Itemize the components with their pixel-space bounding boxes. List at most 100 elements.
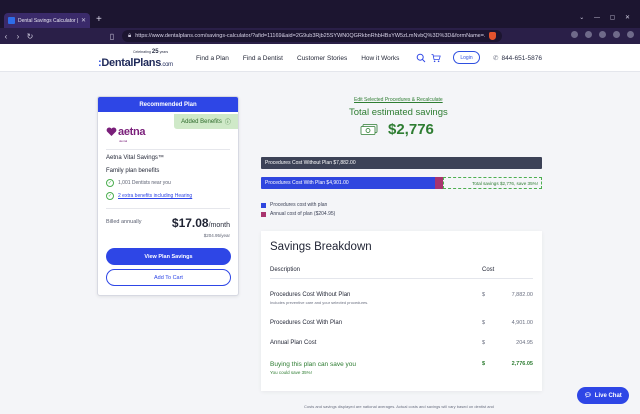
row-currency: $ xyxy=(482,320,486,326)
aetna-logo: aetna xyxy=(106,126,146,138)
logo-anniversary: Celebrating 25 years xyxy=(133,49,169,55)
breakdown-row: Annual Plan Cost $ 204.95 xyxy=(270,340,533,352)
added-benefits-label: Added Benefits xyxy=(181,118,222,125)
main-nav: Find a Plan Find a Dentist Customer Stor… xyxy=(196,55,399,62)
added-benefits-badge[interactable]: Added Benefits ⓘ xyxy=(174,114,238,129)
breakdown-row: Procedures Cost Without Plan Includes pr… xyxy=(270,292,533,305)
plan-type: Family plan benefits xyxy=(106,168,160,174)
back-icon[interactable]: ‹ xyxy=(0,32,12,41)
chat-icon: 💬︎ xyxy=(584,393,592,399)
aetna-sub: dental xyxy=(119,139,128,143)
total-sublabel: You could save 35%! xyxy=(270,370,312,375)
row-currency: $ xyxy=(482,292,486,298)
cost-without-plan-bar: Procedures Cost Without Plan $7,882.00 xyxy=(261,157,542,169)
aetna-heart-icon xyxy=(106,127,117,136)
extension-icon[interactable] xyxy=(613,31,620,38)
row-currency: $ xyxy=(482,340,486,346)
row-sublabel: Includes preventive care and your select… xyxy=(270,300,369,305)
live-chat-label: Live Chat xyxy=(594,392,622,399)
cost-column-header: Cost xyxy=(482,267,495,273)
edit-procedures-link[interactable]: Edit Selected Procedures & Recalculate xyxy=(354,97,443,103)
favicon-icon xyxy=(8,17,15,24)
phone-link[interactable]: ✆ 844-651-5876 xyxy=(493,54,542,63)
benefit-item: ✓ 1,001 Dentists near you xyxy=(106,179,171,187)
nav-find-a-dentist[interactable]: Find a Dentist xyxy=(243,55,283,62)
description-column-header: Description xyxy=(270,267,301,273)
phone-icon: ✆ xyxy=(493,55,499,62)
address-bar: ‹ › ↻ ▯ 🔒︎ https://www.dentalplans.com/s… xyxy=(0,28,640,44)
billed-annually-label: Billed annually xyxy=(106,219,142,225)
breakdown-row: Procedures Cost With Plan $ 4,901.00 xyxy=(270,320,533,332)
footnote: Costs and savings displayed are national… xyxy=(304,404,494,409)
extensions-bar xyxy=(571,31,634,38)
view-plan-savings-button[interactable]: View Plan Savings xyxy=(106,248,231,265)
divider xyxy=(106,208,230,209)
logo-wordmark: :DentalPlans.com xyxy=(98,57,173,69)
url-field[interactable]: 🔒︎ https://www.dentalplans.com/savings-c… xyxy=(122,30,502,42)
benefit-text: 1,001 Dentists near you xyxy=(118,180,171,186)
browser-tab-bar: Dental Savings Calculator | De ✕ + ⌄ — ▢… xyxy=(0,0,640,28)
forward-icon[interactable]: › xyxy=(12,32,24,41)
cart-icon[interactable] xyxy=(431,53,441,63)
lock-icon: 🔒︎ xyxy=(128,32,132,39)
brave-shield-icon[interactable] xyxy=(489,32,496,40)
extension-icon[interactable] xyxy=(599,31,606,38)
nav-how-it-works[interactable]: How it Works xyxy=(361,55,399,62)
legend-label: Annual cost of plan ($204.95) xyxy=(270,211,336,217)
new-tab-button[interactable]: + xyxy=(96,14,102,25)
breakdown-title: Savings Breakdown xyxy=(270,241,372,253)
nav-customer-stories[interactable]: Customer Stories xyxy=(297,55,347,62)
total-amount: 2,776.05 xyxy=(511,361,533,367)
divider xyxy=(106,149,230,150)
breakdown-total-row: Buying this plan can save you You could … xyxy=(270,361,533,375)
site-header: Celebrating 25 years :DentalPlans.com Fi… xyxy=(0,44,640,72)
legend-label: Procedures cost with plan xyxy=(270,202,328,208)
recommended-plan-card: Recommended Plan Added Benefits ⓘ aetna … xyxy=(97,96,239,296)
check-icon: ✓ xyxy=(106,179,114,187)
nav-find-a-plan[interactable]: Find a Plan xyxy=(196,55,229,62)
money-icon xyxy=(360,123,378,135)
legend-swatch xyxy=(261,202,266,208)
legend-item: Annual cost of plan ($204.95) xyxy=(261,211,335,217)
window-controls[interactable]: ⌄ — ▢ ✕ xyxy=(579,14,634,21)
close-tab-icon[interactable]: ✕ xyxy=(81,17,86,24)
total-savings-row: $2,776 xyxy=(360,121,434,138)
row-amount: 7,882.00 xyxy=(511,292,533,298)
legend-item: Procedures cost with plan xyxy=(261,202,327,208)
check-icon: ✓ xyxy=(106,192,114,200)
total-savings-amount: $2,776 xyxy=(388,121,434,138)
row-label: Procedures Cost With Plan xyxy=(270,320,343,326)
divider xyxy=(270,278,533,279)
total-savings-title: Total estimated savings xyxy=(349,107,448,118)
row-amount: 4,901.00 xyxy=(511,320,533,326)
legend-swatch xyxy=(261,211,266,217)
total-currency: $ xyxy=(482,361,486,367)
plan-fee-segment xyxy=(435,177,443,189)
reload-icon[interactable]: ↻ xyxy=(24,32,36,41)
monthly-price: $17.08/month xyxy=(171,216,230,230)
savings-segment: Total savings $2,776, save 35%! xyxy=(443,177,542,189)
live-chat-button[interactable]: 💬︎ Live Chat xyxy=(577,387,629,404)
total-label: Buying this plan can save you xyxy=(270,361,356,368)
extension-icon[interactable] xyxy=(585,31,592,38)
plan-name: Aetna Vital Savings™ xyxy=(106,155,164,161)
row-amount: 204.95 xyxy=(516,340,533,346)
url-text: https://www.dentalplans.com/savings-calc… xyxy=(135,33,485,39)
bookmark-icon[interactable]: ▯ xyxy=(106,32,118,41)
extension-icon[interactable] xyxy=(571,31,578,38)
cost-with-plan-bar: Procedures Cost With Plan $4,901.00 xyxy=(261,177,443,189)
yearly-price: $204.95/year xyxy=(203,233,230,238)
search-icon[interactable] xyxy=(416,53,426,63)
benefit-item: ✓ 2 extra benefits including Hearing xyxy=(106,192,192,200)
plan-card-header: Recommended Plan xyxy=(98,97,238,112)
login-button[interactable]: Login xyxy=(453,51,480,64)
info-icon[interactable]: ⓘ xyxy=(225,117,231,126)
extra-benefits-link[interactable]: 2 extra benefits including Hearing xyxy=(118,193,192,199)
phone-number: 844-651-5876 xyxy=(501,54,542,62)
row-label: Procedures Cost Without Plan xyxy=(270,292,351,298)
menu-icon[interactable] xyxy=(627,31,634,38)
cost-with-plan-label: Procedures Cost With Plan $4,901.00 xyxy=(265,180,349,186)
row-label: Annual Plan Cost xyxy=(270,340,317,346)
browser-tab[interactable]: Dental Savings Calculator | De ✕ xyxy=(4,13,90,28)
add-to-cart-button[interactable]: Add To Cart xyxy=(106,269,231,286)
